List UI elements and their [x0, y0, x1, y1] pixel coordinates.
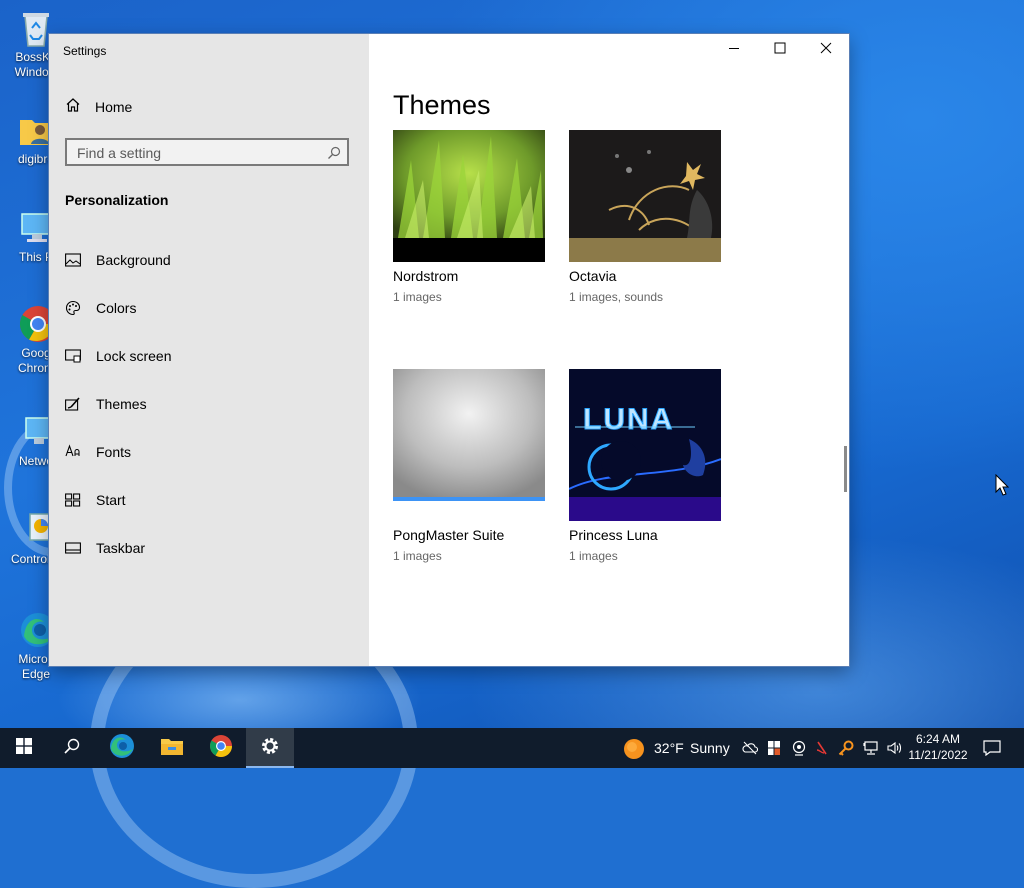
- weather-condition[interactable]: Sunny: [690, 740, 730, 756]
- volume-icon[interactable]: [886, 740, 902, 761]
- minimize-icon: [728, 41, 740, 59]
- weather-temperature[interactable]: 32°F: [654, 740, 684, 756]
- settings-window: Settings Home Find a setting Personaliza…: [49, 34, 849, 666]
- maximize-button[interactable]: [757, 34, 803, 66]
- theme-thumbnail: [569, 130, 721, 262]
- chrome-icon: [209, 734, 233, 763]
- search-button[interactable]: [48, 728, 96, 768]
- power-off-icon[interactable]: [815, 740, 829, 761]
- folder-icon: [160, 736, 184, 761]
- fonts-icon: [65, 444, 81, 460]
- sidebar-item-label: Themes: [96, 396, 147, 412]
- sidebar-item-colors[interactable]: Colors: [65, 298, 136, 318]
- theme-card-pongmaster-suite[interactable]: PongMaster Suite 1 images: [393, 369, 545, 563]
- taskbar: 32°F Sunny 6:24 AM 11/21/2022: [0, 728, 1024, 768]
- palette-icon: [65, 300, 81, 316]
- theme-thumbnail: LUNA: [569, 369, 721, 521]
- taskbar-chrome[interactable]: [197, 728, 245, 768]
- maximize-icon: [774, 41, 786, 59]
- start-icon: [65, 492, 81, 508]
- sidebar-item-label: Colors: [96, 300, 137, 316]
- webcam-icon[interactable]: [792, 740, 806, 761]
- key-icon[interactable]: [838, 740, 854, 761]
- home-icon: [65, 97, 81, 118]
- close-button[interactable]: [803, 34, 849, 66]
- sidebar-item-themes[interactable]: Themes: [65, 394, 147, 414]
- taskbar-settings[interactable]: [246, 728, 294, 768]
- theme-thumbnail: [393, 369, 545, 501]
- theme-details: 1 images: [393, 549, 442, 563]
- search-icon: [64, 738, 80, 759]
- windows-logo-icon: [16, 737, 32, 759]
- home-label: Home: [95, 99, 133, 115]
- themes-content: Themes Nordstrom 1 images Octavia 1 imag…: [369, 34, 849, 666]
- theme-name: Princess Luna: [569, 527, 658, 543]
- sidebar-item-label: Fonts: [96, 444, 132, 460]
- mouse-cursor-icon: [995, 473, 1010, 501]
- window-title: Settings: [63, 44, 107, 58]
- clock-date: 11/21/2022: [908, 748, 968, 762]
- desktop-icon-label: Edge: [21, 667, 51, 681]
- sidebar-item-start[interactable]: Start: [65, 490, 126, 510]
- sidebar-item-label: Lock screen: [96, 348, 172, 364]
- theme-details: 1 images: [393, 290, 442, 304]
- edge-icon: [109, 733, 135, 764]
- settings-sidebar: Settings Home Find a setting Personaliza…: [49, 34, 369, 666]
- theme-details: 1 images, sounds: [569, 290, 664, 304]
- section-title: Personalization: [65, 192, 169, 208]
- sidebar-item-label: Background: [96, 252, 171, 268]
- sidebar-item-background[interactable]: Background: [65, 250, 171, 270]
- sidebar-item-fonts[interactable]: Fonts: [65, 442, 131, 462]
- weather-sun-icon[interactable]: [623, 738, 645, 765]
- vertical-scrollbar[interactable]: [844, 446, 847, 492]
- theme-name: Nordstrom: [393, 268, 459, 284]
- start-button[interactable]: [0, 728, 48, 768]
- sidebar-item-label: Start: [96, 492, 126, 508]
- picture-icon: [65, 252, 81, 268]
- onedrive-offline-icon[interactable]: [742, 741, 759, 760]
- search-input[interactable]: Find a setting: [65, 138, 349, 166]
- theme-name: Octavia: [569, 268, 617, 284]
- taskbar-icon: [65, 540, 81, 556]
- shield-icon[interactable]: [767, 740, 781, 761]
- taskbar-edge[interactable]: [98, 728, 146, 768]
- brush-icon: [65, 396, 81, 412]
- sidebar-item-lock-screen[interactable]: Lock screen: [65, 346, 171, 366]
- theme-details: 1 images: [569, 549, 618, 563]
- sidebar-item-taskbar[interactable]: Taskbar: [65, 538, 145, 558]
- theme-card-princess-luna[interactable]: LUNA Princess Luna 1 images: [569, 369, 721, 563]
- luna-logo-text: LUNA: [583, 403, 674, 436]
- theme-card-nordstrom[interactable]: Nordstrom 1 images: [393, 130, 545, 304]
- lock-screen-icon: [65, 348, 81, 364]
- clock-time: 6:24 AM: [915, 732, 961, 746]
- home-nav-item[interactable]: Home: [65, 97, 133, 118]
- theme-name: PongMaster Suite: [393, 527, 505, 543]
- theme-card-octavia[interactable]: Octavia 1 images, sounds: [569, 130, 721, 304]
- page-title: Themes: [393, 90, 491, 120]
- network-icon[interactable]: [863, 740, 879, 761]
- taskbar-file-explorer[interactable]: [148, 728, 196, 768]
- taskbar-clock[interactable]: 6:24 AM 11/21/2022: [904, 731, 972, 763]
- theme-thumbnail: [393, 130, 545, 262]
- search-placeholder: Find a setting: [77, 145, 162, 161]
- search-icon[interactable]: [327, 146, 341, 165]
- close-icon: [820, 41, 832, 59]
- sidebar-item-label: Taskbar: [96, 540, 146, 556]
- gear-icon: [259, 735, 281, 762]
- minimize-button[interactable]: [711, 34, 757, 66]
- notification-center-icon[interactable]: [983, 740, 1001, 761]
